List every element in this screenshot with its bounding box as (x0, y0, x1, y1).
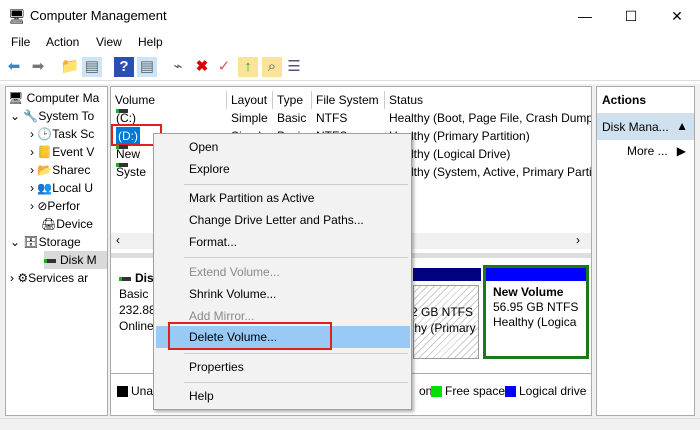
menu-action[interactable]: Action (46, 35, 79, 49)
column-header-layout[interactable]: Layout (227, 91, 273, 109)
menu-item-open[interactable]: Open (156, 136, 410, 158)
maximize-button[interactable]: ☐ (608, 0, 654, 32)
menu-bar: File Action View Help (0, 32, 700, 52)
show-hide-action-icon[interactable]: ▤ (137, 57, 157, 77)
actions-section-disk-management[interactable]: Disk Mana... ▲ (597, 114, 694, 140)
tree-item-storage[interactable]: ⌄ 🗄Storage (10, 233, 81, 251)
actions-header: Actions (597, 87, 694, 114)
properties-icon[interactable]: ✓ (214, 57, 234, 77)
menu-item-extend-volume: Extend Volume... (189, 265, 280, 279)
clock-icon: 🕒 (37, 127, 53, 141)
navigation-tree: 🖥 Computer Ma ⌄ 🔧System To › 🕒Task Sc › … (5, 86, 108, 416)
computer-management-icon: 🖥 (8, 8, 26, 24)
list-icon[interactable]: ☰ (284, 57, 304, 77)
menu-file[interactable]: File (11, 35, 30, 49)
menu-item-explore[interactable]: Explore (156, 158, 410, 180)
menu-separator (184, 353, 408, 354)
help-icon[interactable]: ? (114, 57, 134, 77)
toolbar: ⬅ ➡ 📁 ▤ ? ▤ ⌁ ✖ ✓ ↑ ⌕ ☰ (0, 53, 700, 81)
tree-item-computer-management[interactable]: 🖥 Computer Ma (8, 89, 99, 107)
back-arrow-icon[interactable]: ⬅ (4, 57, 24, 77)
disk-info: Dis Basic 232.88 Online (119, 271, 156, 333)
shared-folder-icon: 📂 (37, 163, 53, 177)
context-menu: Open Explore Mark Partition as Active Ch… (153, 133, 412, 410)
column-header-status[interactable]: Status (385, 91, 591, 109)
connect-icon[interactable]: ⌁ (168, 57, 188, 77)
tree-item-system-tools[interactable]: ⌄ 🔧System To (10, 107, 94, 125)
scroll-left-icon[interactable]: ‹ (116, 233, 120, 247)
collapsed-chevron-icon[interactable]: › (30, 181, 34, 195)
collapsed-chevron-icon[interactable]: › (30, 145, 34, 159)
tree-item-shared-folders[interactable]: › 📂Sharec (30, 161, 90, 179)
menu-separator (184, 257, 408, 258)
up-folder-icon[interactable]: 📁 (60, 57, 80, 77)
legend-unallocated: Una (117, 384, 153, 398)
menu-item-shrink-volume[interactable]: Shrink Volume... (156, 283, 410, 305)
actions-more[interactable]: More ... ▶ (597, 140, 694, 158)
tree-item-disk-management[interactable]: Disk M (44, 251, 107, 269)
storage-icon: 🗄 (23, 235, 39, 249)
export-icon[interactable]: ↑ (238, 57, 258, 77)
primary-partition-header (413, 268, 481, 281)
scroll-right-icon[interactable]: › (576, 233, 580, 247)
menu-item-change-drive-letter[interactable]: Change Drive Letter and Paths... (156, 209, 410, 231)
menu-view[interactable]: View (96, 35, 122, 49)
tree-item-task-scheduler[interactable]: › 🕒Task Sc (30, 125, 94, 143)
menu-item-properties[interactable]: Properties (156, 356, 410, 378)
window-title: Computer Management (30, 8, 167, 23)
new-volume-partition[interactable]: New Volume 56.95 GB NTFS Healthy (Logica (483, 265, 589, 359)
users-icon: 👥 (37, 181, 53, 195)
disk-icon (44, 258, 56, 263)
delete-icon[interactable]: ✖ (192, 57, 212, 77)
minimize-button[interactable]: — (562, 0, 608, 32)
expanded-chevron-icon[interactable]: ⌄ (10, 109, 20, 123)
tree-item-device-manager[interactable]: 🖨Device (41, 215, 93, 233)
menu-item-help[interactable]: Help (156, 385, 410, 407)
menu-separator (184, 382, 408, 383)
forward-arrow-icon[interactable]: ➡ (28, 57, 48, 77)
menu-item-mark-active[interactable]: Mark Partition as Active (156, 187, 410, 209)
services-icon: ⚙ (17, 271, 29, 285)
submenu-arrow-icon: ▶ (676, 144, 686, 158)
column-header-volume[interactable]: Volume (111, 91, 227, 109)
show-hide-tree-icon[interactable]: ▤ (82, 57, 102, 77)
legend-free-space: Free space (431, 384, 505, 398)
disk-icon (119, 276, 131, 281)
status-bar (0, 418, 700, 430)
find-icon[interactable]: ⌕ (262, 57, 282, 77)
partition-block[interactable]: 2 GB NTFS thy (Primary (413, 285, 479, 359)
menu-help[interactable]: Help (138, 35, 163, 49)
tree-item-services[interactable]: › ⚙Services ar (10, 269, 88, 287)
menu-separator (184, 184, 408, 185)
table-row[interactable]: (C:) Simple Basic NTFS Healthy (Boot, Pa… (111, 109, 591, 127)
menu-item-format[interactable]: Format... (156, 231, 410, 253)
collapsed-chevron-icon[interactable]: › (10, 271, 14, 285)
collapsed-chevron-icon[interactable]: › (30, 127, 34, 141)
column-header-file-system[interactable]: File System (312, 91, 385, 109)
tree-item-event-viewer[interactable]: › 📒Event V (30, 143, 94, 161)
close-button[interactable]: ✕ (654, 0, 700, 32)
expanded-chevron-icon[interactable]: ⌄ (10, 235, 20, 249)
actions-pane: Actions Disk Mana... ▲ More ... ▶ (596, 86, 695, 416)
performance-icon: ⊘ (37, 199, 48, 213)
tree-item-local-users[interactable]: › 👥Local U (30, 179, 93, 197)
device-icon: 🖨 (41, 217, 57, 231)
column-header-type[interactable]: Type (273, 91, 312, 109)
collapsed-chevron-icon[interactable]: › (30, 199, 34, 213)
tree-item-performance[interactable]: › ⊘Perfor (30, 197, 80, 215)
logical-drive-header (486, 268, 586, 281)
computer-icon: 🖥 (8, 91, 24, 105)
collapsed-chevron-icon[interactable]: › (30, 163, 34, 177)
collapse-up-icon[interactable]: ▲ (676, 119, 688, 133)
annotation-highlight-delete (168, 322, 332, 350)
title-bar: 🖥 Computer Management — ☐ ✕ (0, 0, 700, 32)
legend-logical-drive: Logical drive (505, 384, 586, 398)
event-log-icon: 📒 (37, 145, 53, 159)
tools-icon: 🔧 (23, 109, 39, 123)
